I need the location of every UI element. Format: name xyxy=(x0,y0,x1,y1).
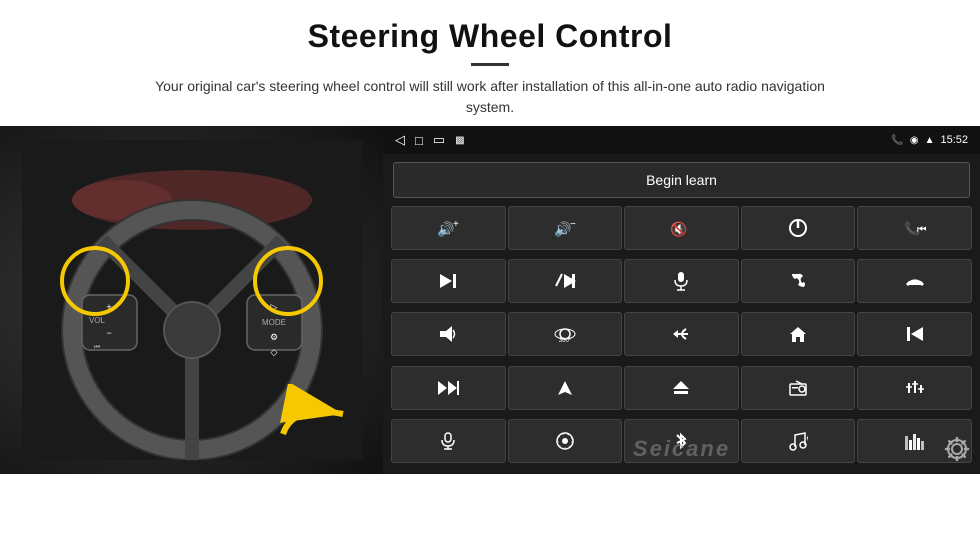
content-row: + VOL − ⏮ ▷ MODE ⚙ ◇ xyxy=(0,126,980,548)
clock-display: 15:52 xyxy=(940,134,968,146)
svg-text:⏮: ⏮ xyxy=(917,224,926,236)
highlight-circle-left xyxy=(60,246,130,316)
page-title: Steering Wheel Control xyxy=(40,18,940,55)
wifi-status-icon: ▲ xyxy=(925,135,935,146)
svg-text:🔊: 🔊 xyxy=(437,220,454,237)
svg-text:⏮: ⏮ xyxy=(93,344,99,351)
title-divider xyxy=(471,63,509,66)
header-section: Steering Wheel Control Your original car… xyxy=(0,0,980,126)
skip-button[interactable] xyxy=(508,259,623,303)
svg-text:◇: ◇ xyxy=(270,347,277,357)
phone-status-icon: 📞 xyxy=(891,135,903,146)
music-button[interactable]: ⚙ xyxy=(741,419,856,463)
speaker-button[interactable] xyxy=(391,312,506,356)
svg-text:−: − xyxy=(106,328,111,338)
mute-button[interactable]: 🔇 xyxy=(624,206,739,250)
svg-text:🔊: 🔊 xyxy=(554,220,571,237)
controls-grid: 🔊+ 🔊− 🔇 📞⏮ xyxy=(383,204,980,474)
steering-bg: + VOL − ⏮ ▷ MODE ⚙ ◇ xyxy=(0,126,383,474)
svg-text:MODE: MODE xyxy=(262,318,286,327)
begin-learn-button[interactable]: Begin learn xyxy=(393,162,970,198)
location-status-icon: ◉ xyxy=(910,135,919,146)
steering-wheel-panel: + VOL − ⏮ ▷ MODE ⚙ ◇ xyxy=(0,126,383,474)
next-track-button[interactable] xyxy=(391,259,506,303)
home-button[interactable] xyxy=(741,312,856,356)
prev-track-button[interactable] xyxy=(857,312,972,356)
back-button[interactable] xyxy=(624,312,739,356)
signal-icon: ▩ xyxy=(455,135,464,146)
page: Steering Wheel Control Your original car… xyxy=(0,0,980,548)
gear-settings-icon[interactable] xyxy=(944,436,970,468)
recent-nav-icon[interactable]: ▭ xyxy=(433,132,445,148)
highlight-circle-right xyxy=(253,246,323,316)
vol-down-button[interactable]: 🔊− xyxy=(508,206,623,250)
bluetooth-button[interactable] xyxy=(624,419,739,463)
nav-button[interactable] xyxy=(508,366,623,410)
home-nav-icon[interactable]: □ xyxy=(415,133,423,148)
eject-button[interactable] xyxy=(624,366,739,410)
phone-button[interactable] xyxy=(741,259,856,303)
voice-button[interactable] xyxy=(391,419,506,463)
fast-forward-button[interactable] xyxy=(391,366,506,410)
status-bar: ◁ □ ▭ ▩ 📞 ◉ ▲ 15:52 xyxy=(383,126,980,154)
power-button[interactable] xyxy=(741,206,856,250)
360-camera-button[interactable]: 360° xyxy=(508,312,623,356)
android-head-unit: ◁ □ ▭ ▩ 📞 ◉ ▲ 15:52 Begin learn xyxy=(383,126,980,474)
svg-text:VOL: VOL xyxy=(88,316,105,325)
svg-text:360°: 360° xyxy=(559,338,572,344)
svg-text:⚙: ⚙ xyxy=(269,332,277,342)
status-right: 📞 ◉ ▲ 15:52 xyxy=(891,134,968,146)
radio-button[interactable] xyxy=(741,366,856,410)
status-left: ◁ □ ▭ ▩ xyxy=(395,132,465,148)
back-nav-icon[interactable]: ◁ xyxy=(395,132,405,148)
equalizer-button[interactable] xyxy=(857,366,972,410)
header-description: Your original car's steering wheel contr… xyxy=(140,76,840,118)
vol-up-button[interactable]: 🔊+ xyxy=(391,206,506,250)
phone-prev-button[interactable]: 📞⏮ xyxy=(857,206,972,250)
svg-text:+: + xyxy=(453,219,459,230)
yellow-arrow xyxy=(273,384,353,444)
svg-text:🔇: 🔇 xyxy=(670,221,687,237)
begin-learn-row: Begin learn xyxy=(383,154,980,204)
svg-text:⚙: ⚙ xyxy=(806,434,808,443)
svg-text:−: − xyxy=(570,219,576,230)
hang-up-button[interactable] xyxy=(857,259,972,303)
mic-button[interactable] xyxy=(624,259,739,303)
menu-button[interactable] xyxy=(508,419,623,463)
